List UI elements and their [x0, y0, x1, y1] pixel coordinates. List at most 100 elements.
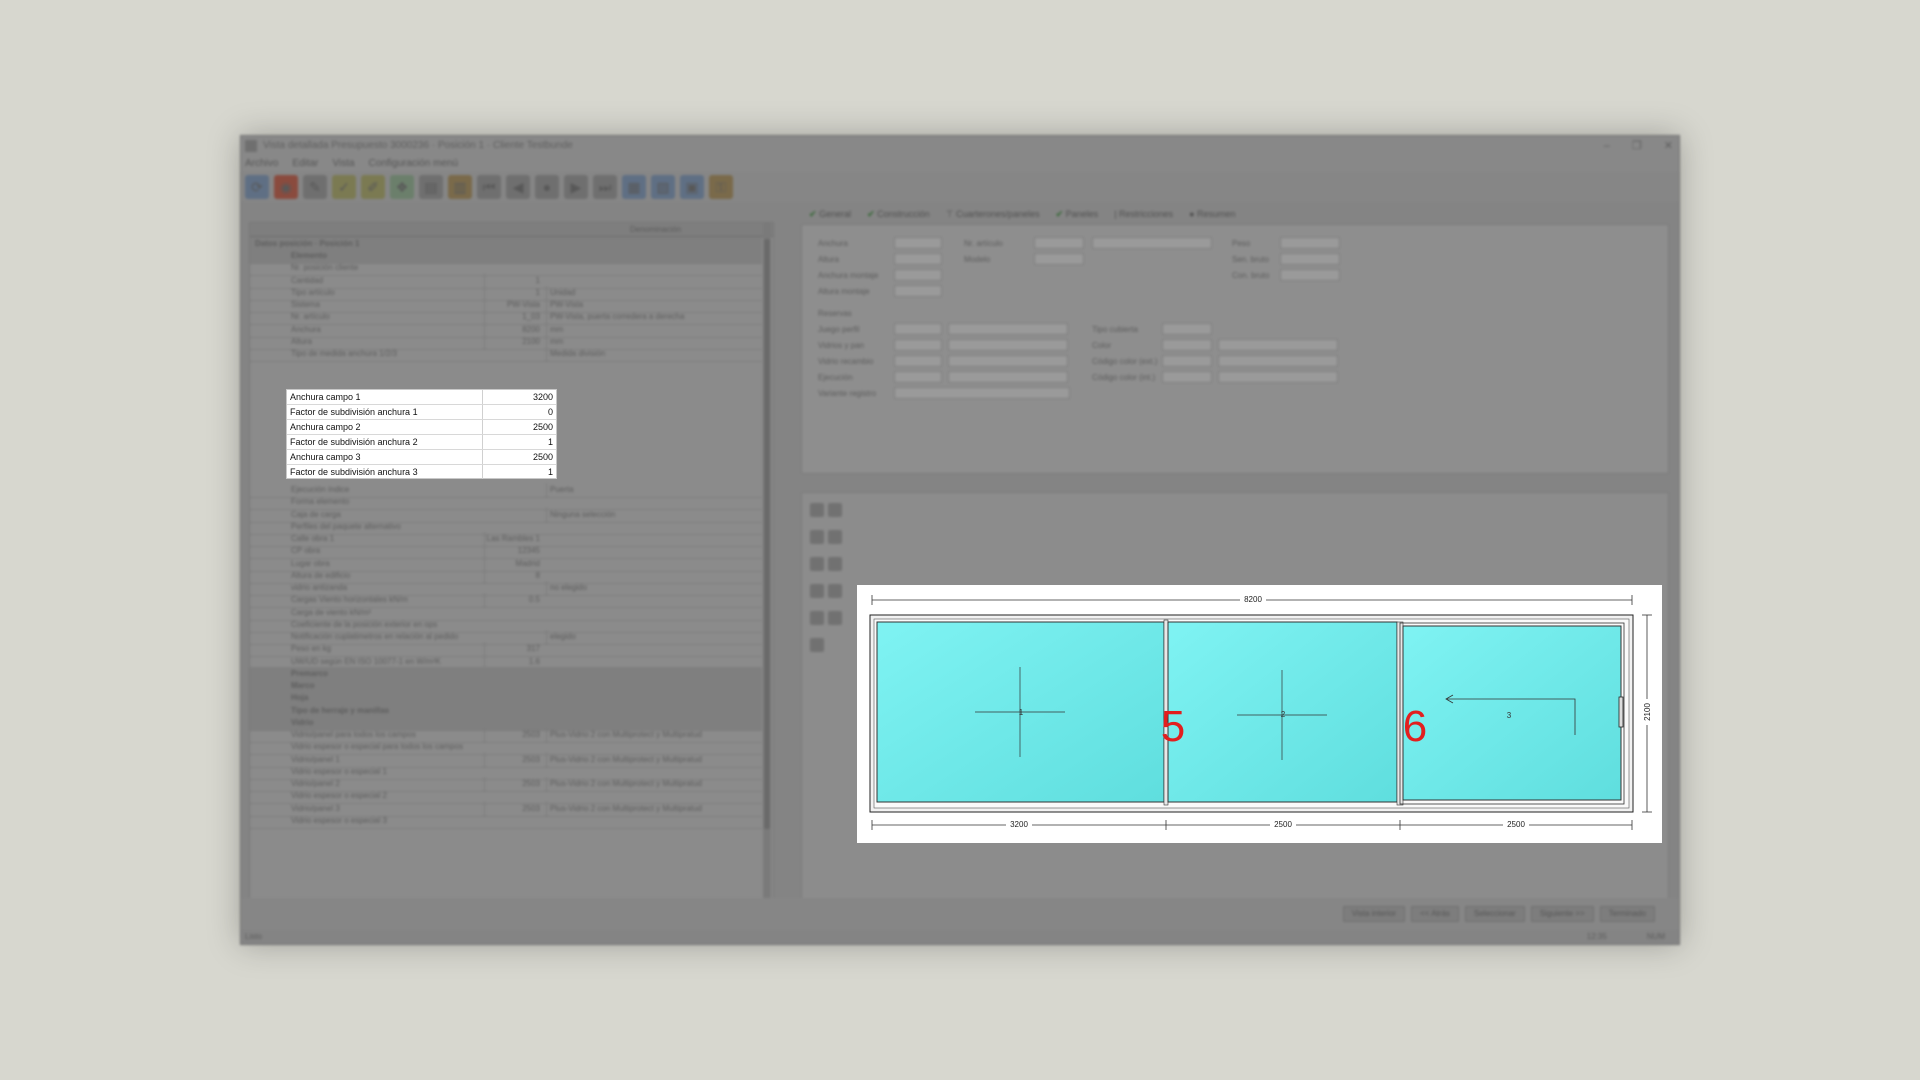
input-juego-perfil-desc[interactable] [948, 323, 1068, 335]
input-color[interactable] [1162, 339, 1212, 351]
key-icon[interactable]: ⚿ [709, 175, 733, 199]
input-articulo-desc[interactable] [1092, 237, 1212, 249]
input-modelo[interactable] [1034, 253, 1084, 265]
input-vidrios[interactable] [894, 339, 942, 351]
input-codigo-color-int-desc[interactable] [1218, 371, 1338, 383]
zoom-tool-icon[interactable] [828, 503, 842, 517]
palette-icon[interactable]: ❖ [390, 175, 414, 199]
overall-height-label: 2100 [1643, 703, 1652, 721]
grid-row[interactable]: Tipo de medida anchura 1/2/3 Medida divis… [250, 347, 762, 362]
label-vidrios: Vidrios y pan [818, 341, 865, 350]
field-label: Factor de subdivisión anchura 2 [287, 435, 483, 449]
field-label: Factor de subdivisión anchura 3 [287, 465, 483, 479]
input-sen-bruto[interactable] [1280, 253, 1340, 265]
edit-icon[interactable]: ✐ [361, 175, 385, 199]
tab-restricciones[interactable]: | Restricciones [1114, 209, 1173, 219]
tab-construccion[interactable]: ✔ Construcción [867, 209, 930, 220]
layer-tool-icon[interactable] [810, 584, 824, 598]
status-time: 12:35 [1586, 932, 1607, 941]
print-tool-icon[interactable] [810, 638, 824, 652]
grid-cell-extra: Medida división [546, 347, 756, 361]
grid-scroll-thumb[interactable] [764, 239, 770, 829]
refresh-icon[interactable]: ⟳ [245, 175, 269, 199]
input-tipo-cubierta[interactable] [1162, 323, 1212, 335]
minimize-icon[interactable]: – [1604, 136, 1610, 156]
field-value[interactable]: 2500 [484, 420, 556, 434]
field-value[interactable]: 1 [484, 465, 556, 479]
row-factor-subdivision-1[interactable]: Factor de subdivisión anchura 1 0 [287, 405, 556, 420]
stop-icon[interactable]: ◉ [274, 175, 298, 199]
field-value[interactable]: 1 [484, 435, 556, 449]
atras-button[interactable]: << Atrás [1411, 906, 1459, 922]
properties-grid: Denominación Datos posición · Posición 1… [249, 222, 774, 902]
next-icon[interactable]: ▶ [564, 175, 588, 199]
input-vidrios-desc[interactable] [948, 339, 1068, 351]
input-anchura-montaje[interactable] [894, 269, 942, 281]
check-icon[interactable]: ✓ [332, 175, 356, 199]
tab-general[interactable]: ✔ General [809, 209, 851, 220]
paste-tool-icon[interactable] [828, 611, 842, 625]
menu-editar[interactable]: Editar [292, 156, 318, 172]
chart-icon[interactable]: ▥ [448, 175, 472, 199]
seleccionar-button[interactable]: Seleccionar [1464, 906, 1525, 922]
terminado-button[interactable]: Terminado [1599, 906, 1655, 922]
rotate-tool-icon[interactable] [828, 530, 842, 544]
row-factor-subdivision-2[interactable]: Factor de subdivisión anchura 2 1 [287, 435, 556, 450]
pan-tool-icon[interactable] [810, 530, 824, 544]
measure-tool-icon[interactable] [828, 584, 842, 598]
input-con-bruto[interactable] [1280, 269, 1340, 281]
input-altura-montaje[interactable] [894, 285, 942, 297]
input-ejecucion[interactable] [894, 371, 942, 383]
select-variante[interactable] [894, 387, 1070, 399]
grid-scrollbar[interactable] [763, 223, 771, 901]
input-vidrio-recambio-desc[interactable] [948, 355, 1068, 367]
siguiente-button[interactable]: Siguiente >> [1530, 906, 1594, 922]
field-value[interactable]: 2500 [484, 450, 556, 464]
label-peso: Peso [1232, 239, 1251, 248]
maximize-icon[interactable]: ❐ [1632, 136, 1642, 156]
window-drawing-panel: 8200 2100 1 2 3 5 6 3200 2500 2500 [857, 585, 1662, 843]
label-anchura: Anchura [818, 239, 848, 248]
menu-bar: Archivo Editar Vista Configuración menú [241, 156, 1679, 172]
prev-icon[interactable]: ◀ [506, 175, 530, 199]
select-peso[interactable] [1280, 237, 1340, 249]
tools-icon[interactable]: ✎ [303, 175, 327, 199]
input-juego-perfil[interactable] [894, 323, 942, 335]
input-anchura[interactable] [894, 237, 942, 249]
label-variante: Variante registro [818, 389, 877, 398]
tab-resumen[interactable]: ● Resumen [1189, 209, 1235, 219]
record-icon[interactable]: ● [535, 175, 559, 199]
menu-vista[interactable]: Vista [332, 156, 354, 172]
layout-icon[interactable]: ▧ [651, 175, 675, 199]
input-color-desc[interactable] [1218, 339, 1338, 351]
tab-paneles[interactable]: ✔ Paneles [1056, 209, 1099, 220]
menu-configuracion[interactable]: Configuración menú [369, 156, 459, 172]
input-vidrio-recambio[interactable] [894, 355, 942, 367]
input-codigo-color-ext-desc[interactable] [1218, 355, 1338, 367]
menu-archivo[interactable]: Archivo [245, 156, 278, 172]
field-value[interactable]: 3200 [484, 390, 556, 404]
input-codigo-color-ext[interactable] [1162, 355, 1212, 367]
grid-row[interactable]: Vidrio espesor o especial 3 [250, 814, 762, 829]
monitor-icon[interactable]: ▣ [680, 175, 704, 199]
input-ejecucion-desc[interactable] [948, 371, 1068, 383]
rect-tool-icon[interactable] [810, 557, 824, 571]
field-value[interactable]: 0 [484, 405, 556, 419]
cut-tool-icon[interactable] [828, 557, 842, 571]
document-icon[interactable]: ▤ [419, 175, 443, 199]
row-factor-subdivision-3[interactable]: Factor de subdivisión anchura 3 1 [287, 465, 556, 480]
input-altura[interactable] [894, 253, 942, 265]
tab-cuarterones[interactable]: ⊤ Cuarterones/paneles [946, 209, 1040, 220]
close-icon[interactable]: ✕ [1664, 136, 1673, 156]
row-anchura-campo-3[interactable]: Anchura campo 3 2500 [287, 450, 556, 465]
row-anchura-campo-2[interactable]: Anchura campo 2 2500 [287, 420, 556, 435]
first-icon[interactable]: ⏮ [477, 175, 501, 199]
last-icon[interactable]: ⏭ [593, 175, 617, 199]
select-tool-icon[interactable] [810, 503, 824, 517]
vista-interior-button[interactable]: Vista interior [1342, 906, 1406, 922]
copy-tool-icon[interactable] [810, 611, 824, 625]
grid-view-icon[interactable]: ▦ [622, 175, 646, 199]
input-codigo-color-int[interactable] [1162, 371, 1212, 383]
input-nr-articulo[interactable] [1034, 237, 1084, 249]
row-anchura-campo-1[interactable]: Anchura campo 1 3200 [287, 390, 556, 405]
